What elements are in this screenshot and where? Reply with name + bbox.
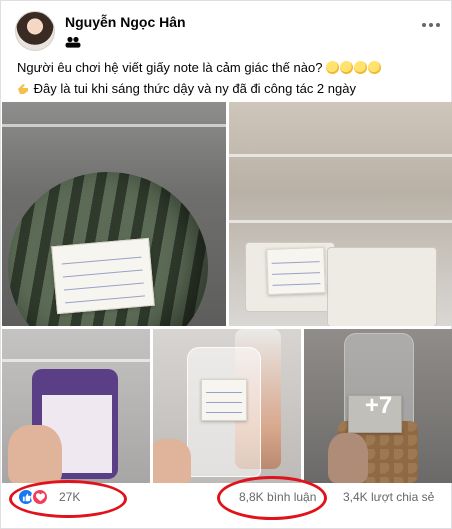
photo-fridge-boxes[interactable] [229, 102, 452, 326]
emoji-icon [340, 61, 354, 74]
share-count[interactable]: 3,4K lượt chia sẻ [343, 490, 434, 504]
caption-text-1: Người êu chơi hệ viết giấy note là cảm g… [17, 60, 327, 75]
hand [153, 439, 191, 483]
sticky-note [51, 237, 155, 315]
photo-jar[interactable] [2, 329, 150, 483]
shelf [229, 154, 452, 157]
more-photos-overlay[interactable]: +7 [304, 329, 452, 483]
sticky-note [201, 379, 247, 421]
photo-beans-more[interactable]: +7 [304, 329, 452, 483]
post-caption: Người êu chơi hệ viết giấy note là cảm g… [17, 57, 442, 99]
caption-line-1: Người êu chơi hệ viết giấy note là cảm g… [17, 57, 442, 78]
caption-text-2: Đây là tui khi sáng thức dậy và ny đã đi… [33, 81, 356, 96]
author-avatar[interactable] [15, 11, 55, 51]
emoji-icon [354, 61, 368, 74]
photo-watermelon[interactable] [2, 102, 226, 326]
caption-line-2: Đây là tui khi sáng thức dậy và ny đã đi… [17, 78, 442, 99]
emoji-icon [326, 61, 340, 74]
photo-bottle[interactable] [153, 329, 301, 483]
post-header: Nguyễn Ngọc Hân [15, 11, 445, 51]
photo-grid: +7 [1, 102, 452, 483]
pointing-hand-icon [18, 84, 28, 94]
shelf [229, 220, 452, 223]
more-options-icon[interactable] [417, 15, 445, 35]
reaction-count[interactable]: 27K [59, 490, 80, 504]
more-photos-count: +7 [364, 392, 393, 419]
emoji-icon [368, 61, 382, 74]
post-card: Nguyễn Ngọc Hân Người êu chơi hệ viết gi… [0, 0, 452, 529]
hand [8, 425, 62, 483]
sticky-note [266, 247, 326, 295]
post-stats-bar: 27K 8,8K bình luận 3,4K lượt chia sẻ [13, 487, 443, 509]
author-name[interactable]: Nguyễn Ngọc Hân [65, 14, 186, 30]
shelf [2, 359, 150, 362]
comment-count[interactable]: 8,8K bình luận [239, 490, 316, 504]
love-reaction-icon [31, 488, 49, 506]
shelf [2, 124, 226, 127]
reaction-icons[interactable] [17, 488, 53, 506]
friends-icon[interactable] [65, 36, 81, 48]
food-box [327, 247, 437, 326]
